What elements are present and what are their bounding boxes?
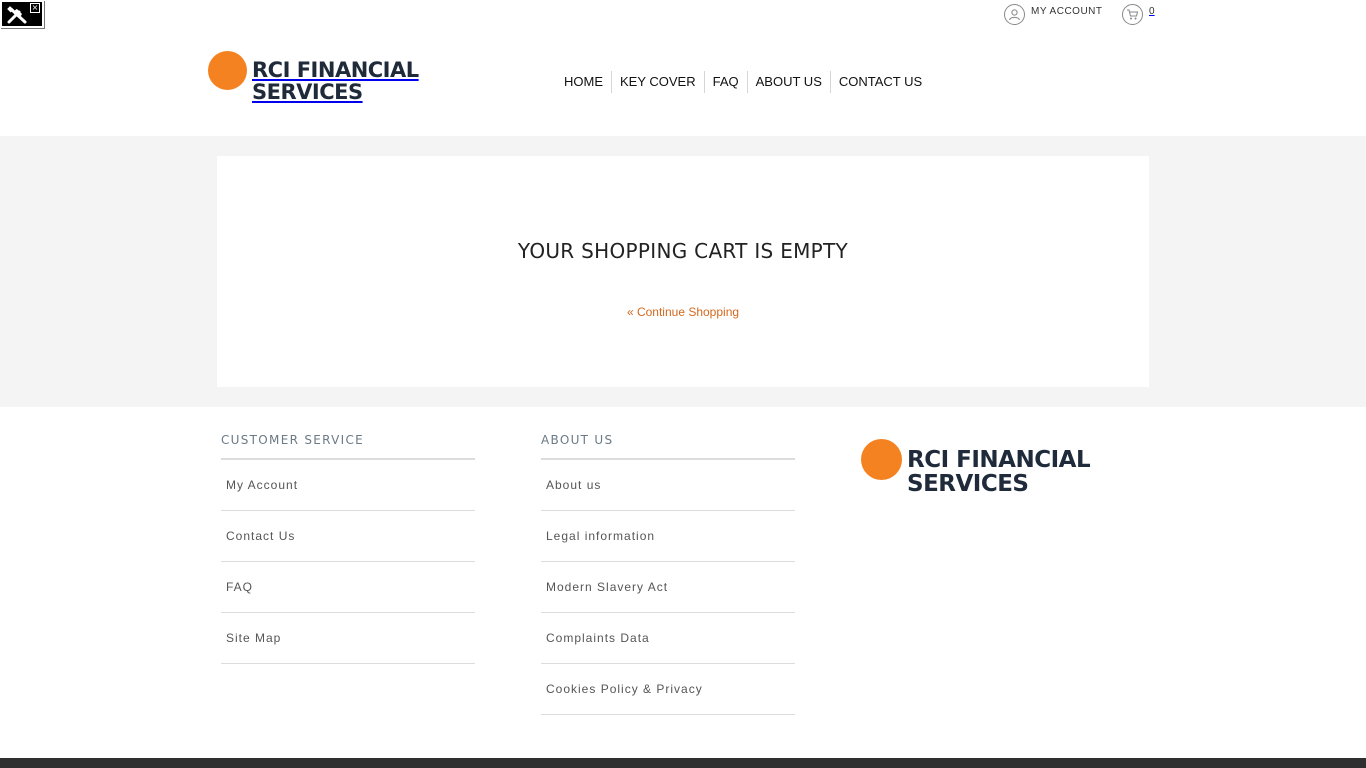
nav-home[interactable]: HOME [556, 71, 611, 93]
list-item: Complaints Data [541, 613, 795, 664]
list-item: FAQ [221, 562, 475, 613]
footer-logo: RCI FINANCIAL SERVICES [861, 439, 1091, 498]
main-nav: HOME KEY COVER FAQ ABOUT US CONTACT US [556, 71, 930, 93]
list-item: Contact Us [221, 511, 475, 562]
footer-link-site-map[interactable]: Site Map [226, 631, 281, 645]
my-account-label: MY ACCOUNT [1031, 6, 1103, 17]
nav-contact-us[interactable]: CONTACT US [829, 71, 930, 93]
list-item: About us [541, 460, 795, 511]
footer-link-contact-us[interactable]: Contact Us [226, 529, 295, 543]
list-item: My Account [221, 460, 475, 511]
logo-line-1: RCI FINANCIAL [907, 447, 1091, 473]
header-logo[interactable]: RCI FINANCIAL SERVICES [208, 51, 419, 103]
bottom-bar [0, 758, 1366, 768]
nav-faq[interactable]: FAQ [703, 71, 747, 93]
my-account-link[interactable]: MY ACCOUNT [1004, 4, 1103, 25]
cart-empty-heading: YOUR SHOPPING CART IS EMPTY [517, 239, 849, 263]
cart-count: 0 [1149, 6, 1155, 17]
list-item: Modern Slavery Act [541, 562, 795, 613]
user-icon [1004, 4, 1025, 25]
footer-about-us-title: ABOUT US [541, 433, 795, 460]
footer-customer-service-title: CUSTOMER SERVICE [221, 433, 475, 460]
nav-key-cover[interactable]: KEY COVER [611, 71, 704, 93]
footer-link-my-account[interactable]: My Account [226, 478, 298, 492]
list-item: Cookies Policy & Privacy [541, 664, 795, 715]
top-utility-bar: MY ACCOUNT 0 [0, 0, 1366, 30]
logo-dot [208, 51, 247, 90]
footer-link-complaints-data[interactable]: Complaints Data [546, 631, 650, 645]
logo-line-2: SERVICES [907, 471, 1029, 498]
cart-link[interactable]: 0 [1122, 4, 1155, 25]
footer-link-about-us[interactable]: About us [546, 478, 601, 492]
footer-link-legal-information[interactable]: Legal information [546, 529, 655, 543]
content-band: YOUR SHOPPING CART IS EMPTY « Continue S… [0, 136, 1366, 407]
cart-panel: YOUR SHOPPING CART IS EMPTY « Continue S… [217, 156, 1149, 387]
cart-icon [1122, 4, 1143, 25]
footer-about-us: ABOUT US About us Legal information Mode… [541, 433, 795, 715]
logo-dot [861, 439, 902, 480]
list-item: Legal information [541, 511, 795, 562]
footer-link-modern-slavery-act[interactable]: Modern Slavery Act [546, 580, 668, 594]
list-item: Site Map [221, 613, 475, 664]
continue-shopping-link[interactable]: « Continue Shopping [627, 305, 739, 319]
logo-text: RCI FINANCIAL SERVICES [907, 447, 1091, 498]
footer-link-faq[interactable]: FAQ [226, 580, 253, 594]
footer-customer-service: CUSTOMER SERVICE My Account Contact Us F… [221, 433, 475, 664]
footer-link-cookies-policy[interactable]: Cookies Policy & Privacy [546, 682, 703, 696]
nav-about-us[interactable]: ABOUT US [746, 71, 830, 93]
logo-text: RCI FINANCIAL SERVICES [252, 59, 419, 103]
logo-line-1: RCI FINANCIAL [252, 58, 419, 82]
logo-line-2: SERVICES [252, 80, 363, 105]
